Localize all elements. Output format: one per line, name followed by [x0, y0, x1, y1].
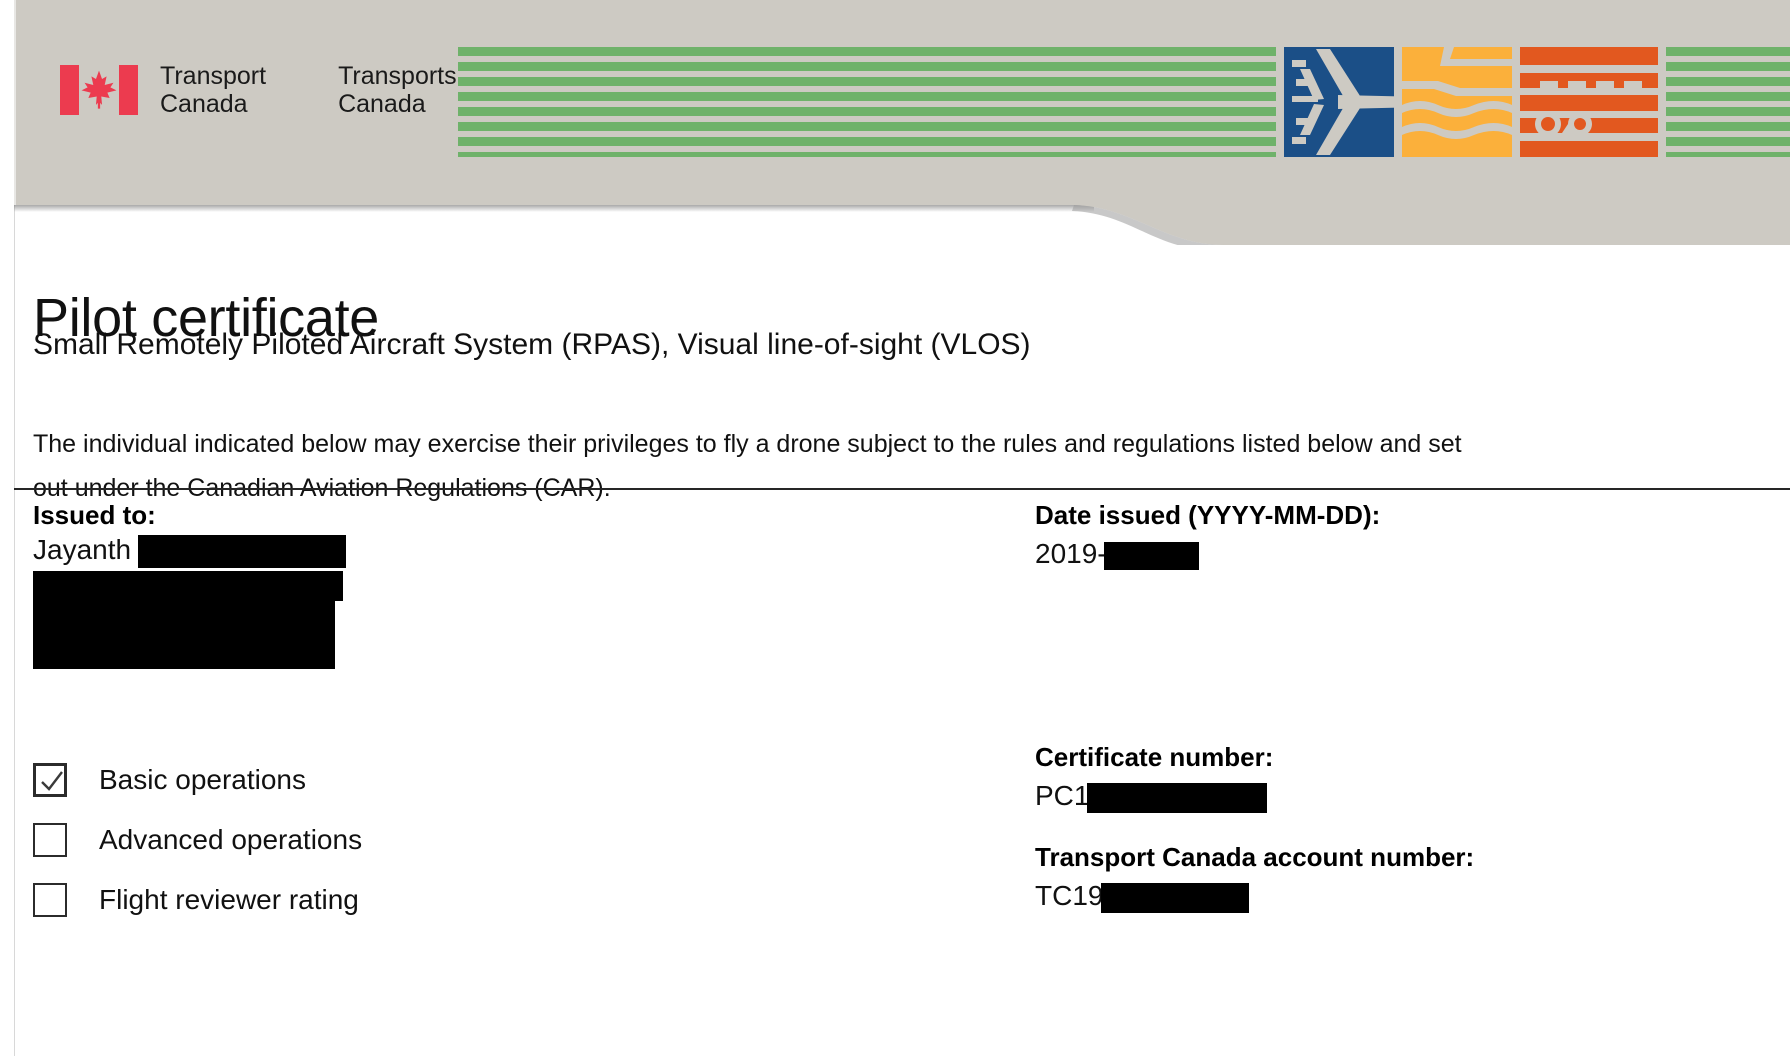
redaction-bar-name: [138, 535, 346, 568]
section-divider: [14, 488, 1790, 490]
date-issued-value: 2019-: [1035, 537, 1380, 571]
issued-to-column: Issued to: Jayanth: [33, 499, 973, 673]
transport-modes-graphic: [458, 47, 1790, 157]
intro-paragraph: The individual indicated below may exerc…: [33, 430, 1462, 502]
checkbox-label-flight-reviewer-rating: Flight reviewer rating: [99, 884, 359, 915]
certificate-number-prefix: PC1: [1035, 780, 1090, 811]
header-curved-tail: [14, 205, 1790, 245]
checkbox-row-flight-reviewer-rating[interactable]: Flight reviewer rating: [33, 870, 362, 930]
checkbox-basic-operations[interactable]: [33, 763, 67, 797]
redaction-bar-account-number: [1101, 882, 1250, 913]
checkbox-advanced-operations[interactable]: [33, 823, 67, 857]
checkbox-row-basic-operations[interactable]: Basic operations: [33, 750, 362, 810]
date-issued-block: Date issued (YYYY-MM-DD): 2019-: [1035, 499, 1380, 571]
account-number-prefix: TC19: [1035, 880, 1104, 911]
certificate-number-block: Certificate number: PC1: [1035, 741, 1273, 813]
page-left-rule: [14, 205, 15, 1056]
header-left-highlight: [14, 0, 16, 205]
date-issued-prefix: 2019-: [1035, 538, 1107, 569]
canada-flag-icon: [60, 65, 138, 115]
operations-checkbox-group: Basic operations Advanced operations Fli…: [33, 750, 362, 930]
account-number-block: Transport Canada account number: TC19: [1035, 841, 1474, 913]
transport-canada-wordmark: Transport Canada Transports Canada: [60, 62, 457, 118]
redaction-bar-date: [1103, 541, 1199, 570]
checkbox-label-advanced-operations: Advanced operations: [99, 824, 363, 855]
issued-to-value-block: Jayanth: [33, 533, 973, 673]
wordmark-french: Transports Canada: [338, 62, 457, 118]
wordmark-english: Transport Canada: [160, 62, 267, 118]
issued-name-row: Jayanth: [33, 533, 973, 568]
redaction-bar-address-line1: [33, 571, 343, 601]
redaction-bar-address-block: [33, 599, 335, 669]
account-number-value: TC19: [1035, 879, 1474, 913]
issued-to-label: Issued to:: [33, 500, 156, 530]
certificate-number-value: PC1: [1035, 779, 1273, 813]
certificate-number-label: Certificate number:: [1035, 742, 1274, 772]
green-stripes-left: [458, 47, 1276, 157]
date-issued-label: Date issued (YYYY-MM-DD):: [1035, 500, 1381, 530]
page-subtitle: Small Remotely Piloted Aircraft System (…: [33, 328, 1031, 361]
checkbox-label-basic-operations: Basic operations: [99, 764, 307, 795]
header-band: Transport Canada Transports Canada: [14, 0, 1790, 205]
checkbox-row-advanced-operations[interactable]: Advanced operations: [33, 810, 362, 870]
green-stripes-right: [1666, 47, 1790, 157]
railcar-icon: [1520, 47, 1658, 157]
ship-waves-icon: [1402, 47, 1512, 157]
account-number-label: Transport Canada account number:: [1035, 842, 1475, 872]
checkbox-flight-reviewer-rating[interactable]: [33, 883, 67, 917]
issued-name: Jayanth: [33, 534, 132, 565]
redaction-bar-certificate-number: [1087, 782, 1268, 813]
